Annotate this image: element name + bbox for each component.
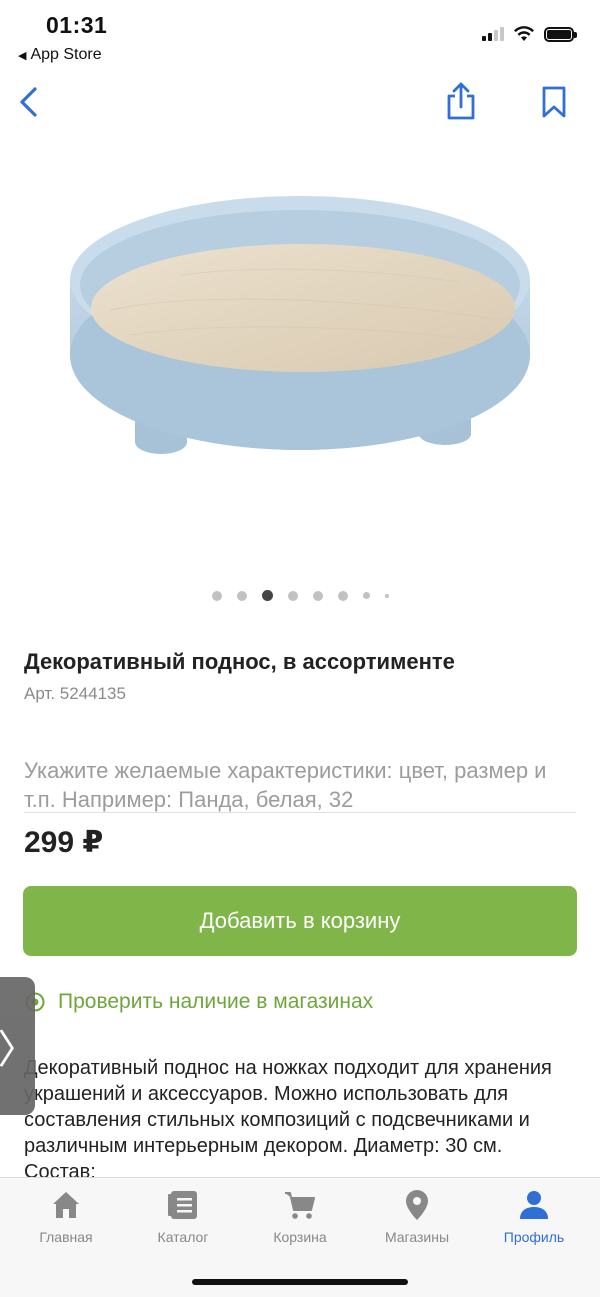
carousel-dot[interactable] [384, 593, 389, 598]
wifi-icon [514, 26, 534, 41]
cart-icon [285, 1192, 315, 1219]
back-to-app-link[interactable]: ◀ App Store [18, 46, 102, 64]
catalog-icon [168, 1191, 197, 1219]
carousel-dot[interactable] [312, 590, 323, 601]
carousel-dot[interactable] [236, 590, 247, 601]
tab-label: Каталог [157, 1229, 209, 1245]
tab-label: Профиль [503, 1229, 565, 1245]
tab-catalog[interactable]: Каталог [125, 1188, 241, 1245]
status-icons [482, 26, 577, 42]
tab-profile[interactable]: Профиль [476, 1188, 592, 1245]
product-price: 299 ₽ [24, 826, 104, 859]
chevron-left-icon[interactable] [14, 84, 44, 120]
image-carousel-indicator[interactable] [0, 590, 600, 601]
check-availability-link[interactable]: Проверить наличие в магазинах [24, 990, 373, 1014]
input-underline [24, 812, 576, 813]
bookmark-icon[interactable] [538, 84, 570, 120]
chevron-right-icon: 〉 [0, 1028, 38, 1072]
tab-label: Магазины [384, 1229, 450, 1245]
side-panel-handle[interactable]: 〉 [0, 977, 38, 1115]
tab-cart[interactable]: Корзина [242, 1188, 358, 1245]
cellular-signal-icon [482, 27, 504, 41]
profile-icon [520, 1191, 548, 1219]
product-title: Декоративный поднос, в ассортименте [24, 649, 455, 674]
tab-home[interactable]: Главная [8, 1188, 124, 1245]
status-bar: 01:31 ◀ App Store [0, 0, 600, 70]
characteristics-input[interactable]: Укажите желаемые характеристики: цвет, р… [24, 756, 576, 816]
carousel-dot[interactable] [287, 590, 298, 601]
nav-bar [0, 78, 600, 128]
add-to-cart-button[interactable]: Добавить в корзину [23, 886, 577, 956]
home-icon [53, 1192, 79, 1218]
share-icon[interactable] [442, 80, 480, 122]
location-pin-icon [406, 1190, 428, 1220]
home-indicator[interactable] [192, 1279, 408, 1285]
tab-stores[interactable]: Магазины [359, 1188, 475, 1245]
product-image [70, 196, 530, 454]
tab-label: Главная [39, 1229, 93, 1245]
battery-icon [544, 26, 577, 42]
product-article-number: Арт. 5244135 [24, 684, 126, 703]
carousel-dot[interactable] [362, 592, 370, 599]
back-triangle-icon: ◀ [18, 49, 27, 62]
carousel-dot-active[interactable] [261, 590, 273, 601]
carousel-dot[interactable] [337, 590, 348, 601]
tab-label: Корзина [273, 1229, 327, 1245]
carousel-dot[interactable] [211, 590, 222, 601]
check-availability-label: Проверить наличие в магазинах [58, 990, 374, 1013]
status-time: 01:31 [46, 12, 108, 38]
product-description: Декоративный поднос на ножках подходит д… [24, 1057, 552, 1177]
back-app-label: App Store [30, 46, 102, 63]
